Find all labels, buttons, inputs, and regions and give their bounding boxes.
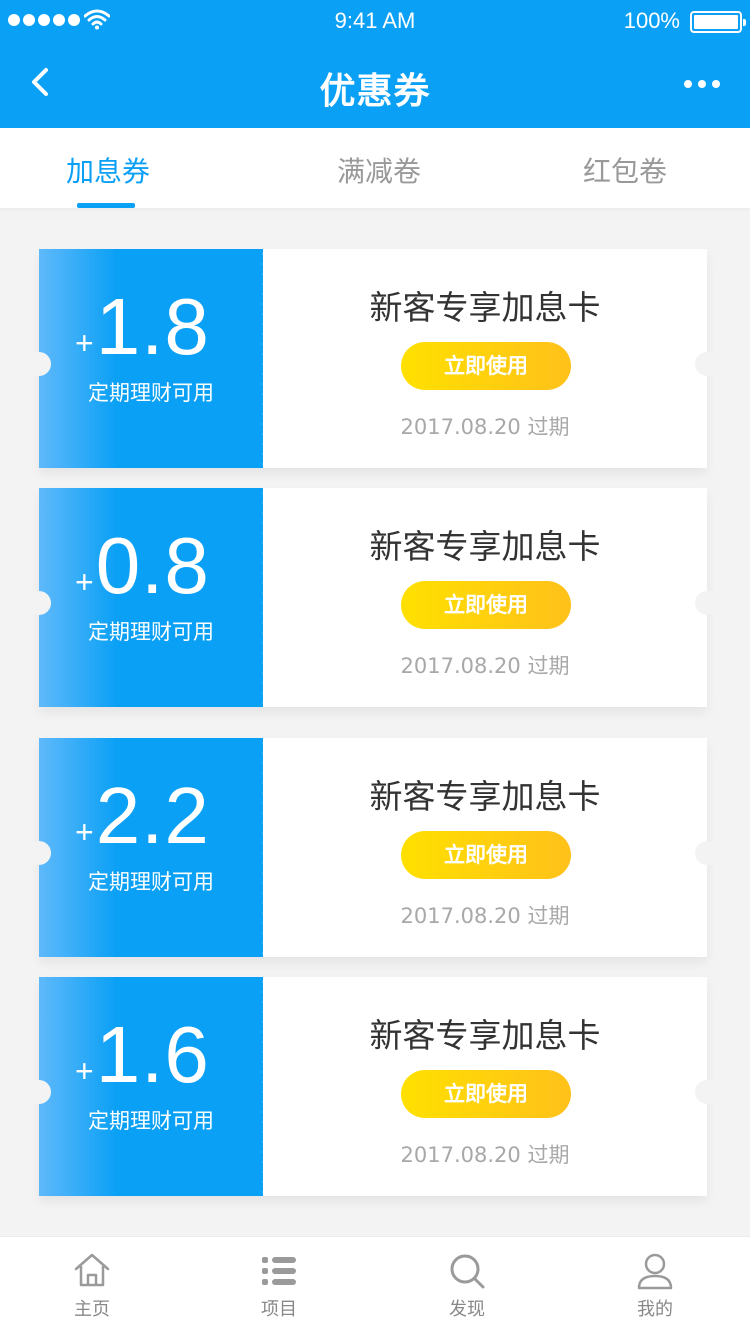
expire-date: 2017.08.20 过期 <box>400 654 570 678</box>
coupon-card: + 1.8 定期理财可用 新客专享加息卡 立即使用 2017.08.20 过期 <box>27 249 719 468</box>
use-now-button[interactable]: 立即使用 <box>401 1070 571 1118</box>
notch <box>27 1080 51 1104</box>
tabbar-item-me[interactable]: 我的 <box>595 1237 715 1334</box>
status-bar: 9:41 AM 100% <box>0 0 750 42</box>
notch <box>27 591 51 615</box>
bottom-tab-bar: 主页 项目 发现 我的 <box>0 1236 750 1334</box>
rate-value: 1.6 <box>95 1010 210 1099</box>
rate-plus: + <box>75 564 94 600</box>
coupon-card: + 0.8 定期理财可用 新客专享加息卡 立即使用 2017.08.20 过期 <box>27 488 719 707</box>
tab-interest-coupon[interactable]: 加息券 <box>66 150 150 190</box>
tabbar-item-home[interactable]: 主页 <box>32 1237 152 1334</box>
rate-value: 2.2 <box>95 771 210 860</box>
active-tab-indicator <box>77 203 135 208</box>
use-now-button[interactable]: 立即使用 <box>401 342 571 390</box>
use-now-button[interactable]: 立即使用 <box>401 581 571 629</box>
user-icon <box>637 1253 673 1290</box>
coupon-tabs: 加息券 满减卷 红包卷 <box>0 128 750 208</box>
coupon-title: 新客专享加息卡 <box>369 288 601 327</box>
coupon-card: + 2.2 定期理财可用 新客专享加息卡 立即使用 2017.08.20 过期 <box>27 738 719 957</box>
home-icon <box>74 1253 110 1287</box>
usage-text: 定期理财可用 <box>88 1109 214 1133</box>
usage-text: 定期理财可用 <box>88 870 214 894</box>
tab-discount-coupon[interactable]: 满减卷 <box>337 150 421 190</box>
notch <box>695 1080 719 1104</box>
notch <box>695 591 719 615</box>
use-now-button[interactable]: 立即使用 <box>401 831 571 879</box>
list-icon <box>262 1257 296 1285</box>
search-icon <box>450 1254 485 1289</box>
tabbar-item-discover[interactable]: 发现 <box>407 1237 527 1334</box>
rate-value: 1.8 <box>95 282 210 371</box>
rate-plus: + <box>75 814 94 850</box>
coupon-rate-panel: + 0.8 定期理财可用 <box>39 488 263 707</box>
notch <box>695 352 719 376</box>
coupon-rate-panel: + 2.2 定期理财可用 <box>39 738 263 957</box>
tabbar-label: 发现 <box>449 1299 485 1320</box>
expire-date: 2017.08.20 过期 <box>400 904 570 928</box>
usage-text: 定期理财可用 <box>88 381 214 405</box>
notch <box>27 352 51 376</box>
tabbar-label: 项目 <box>261 1299 297 1320</box>
page-title: 优惠券 <box>319 71 431 112</box>
coupon-title: 新客专享加息卡 <box>369 527 601 566</box>
coupon-rate-panel: + 1.6 定期理财可用 <box>39 977 263 1196</box>
battery-icon <box>690 11 746 33</box>
usage-text: 定期理财可用 <box>88 620 214 644</box>
rate-value: 0.8 <box>95 521 210 610</box>
tabbar-label: 主页 <box>74 1299 110 1320</box>
more-dots-icon[interactable] <box>684 80 720 88</box>
notch <box>695 841 719 865</box>
tabbar-label: 我的 <box>637 1299 673 1320</box>
expire-date: 2017.08.20 过期 <box>400 1143 570 1167</box>
coupon-card: + 1.6 定期理财可用 新客专享加息卡 立即使用 2017.08.20 过期 <box>27 977 719 1196</box>
coupon-title: 新客专享加息卡 <box>369 777 601 816</box>
expire-date: 2017.08.20 过期 <box>400 415 570 439</box>
notch <box>27 841 51 865</box>
rate-plus: + <box>75 1053 94 1089</box>
tabbar-item-projects[interactable]: 项目 <box>219 1237 339 1334</box>
header: 9:41 AM 100% 优惠券 <box>0 0 750 128</box>
coupon-rate-panel: + 1.8 定期理财可用 <box>39 249 263 468</box>
coupon-title: 新客专享加息卡 <box>369 1016 601 1055</box>
tab-red-packet[interactable]: 红包卷 <box>583 150 667 190</box>
rate-plus: + <box>75 325 94 361</box>
battery-percent: 100% <box>623 8 680 33</box>
